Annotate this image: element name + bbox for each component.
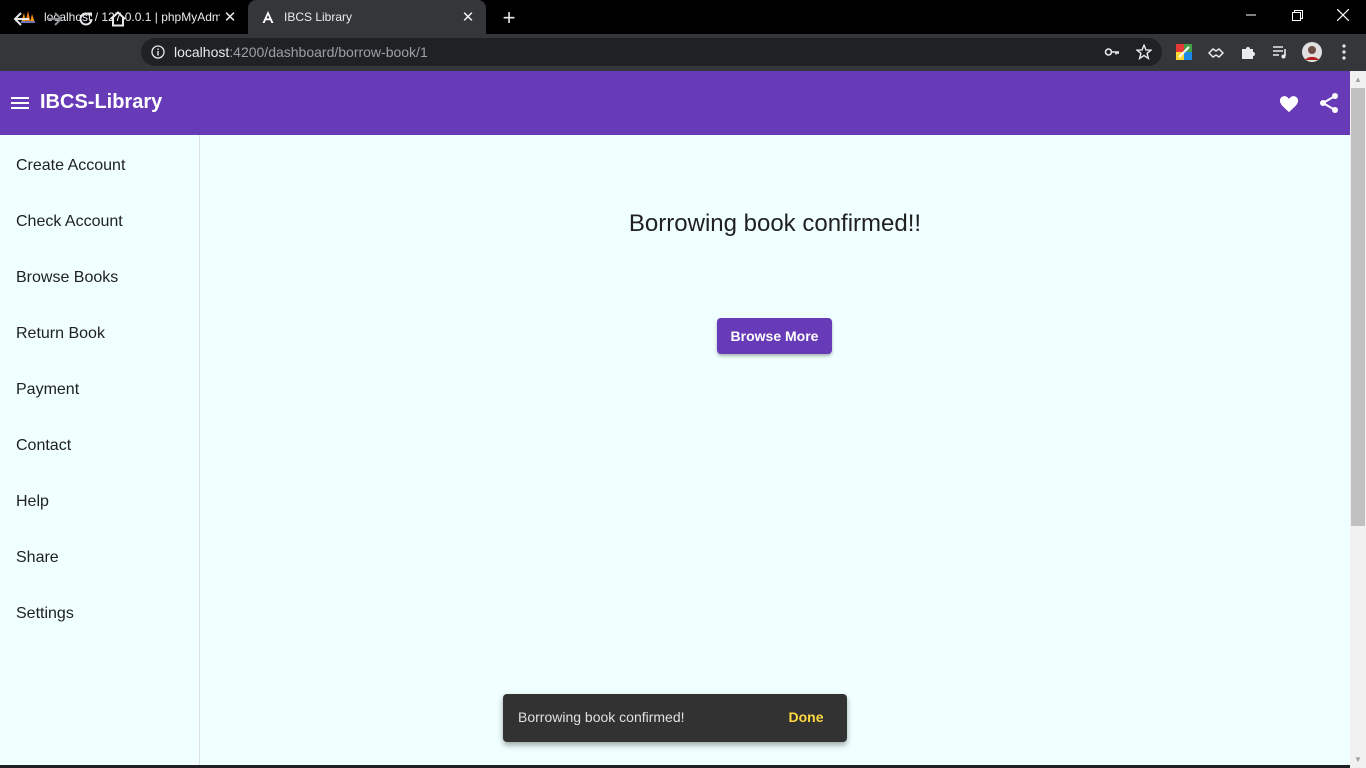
url-host: localhost [174,44,230,60]
media-queue-icon[interactable] [1270,42,1290,62]
more-vert-icon[interactable] [1334,42,1354,62]
close-icon[interactable]: ✕ [458,7,478,27]
favorite-heart-icon[interactable] [1276,90,1302,116]
browser-tab-ibcs-library[interactable]: IBCS Library ✕ [248,0,486,34]
sidenav-item-payment[interactable]: Payment [0,366,199,414]
app-toolbar [0,71,1350,135]
url-text[interactable]: localhost:4200/dashboard/borrow-book/1 [174,44,428,60]
close-icon[interactable]: ✕ [220,7,240,27]
angular-icon [260,9,276,25]
info-icon[interactable] [150,44,166,60]
sidenav-item-create-account[interactable]: Create Account [0,142,199,190]
sidenav-item-share[interactable]: Share [0,534,199,582]
snackbar-message: Borrowing book confirmed! [518,709,685,725]
confirmation-heading: Borrowing book confirmed!! [628,210,922,237]
sidenav-item-settings[interactable]: Settings [0,590,199,638]
sidenav-item-return-book[interactable]: Return Book [0,310,199,358]
tab-title: localhost / 127.0.0.1 | phpMyAdmin [44,10,220,24]
profile-avatar-icon[interactable] [1302,42,1322,62]
sidenav-item-contact[interactable]: Contact [0,422,199,470]
back-arrow-icon[interactable] [8,5,36,33]
sidenav-item-check-account[interactable]: Check Account [0,198,199,246]
sidenav-item-help[interactable]: Help [0,478,199,526]
app-title: IBCS-Library [40,91,163,113]
handshake-extension-icon[interactable] [1206,42,1226,62]
browse-more-button[interactable]: Browse More [717,318,832,354]
url-path: :4200/dashboard/borrow-book/1 [229,44,428,60]
key-icon[interactable] [1103,43,1121,61]
share-icon[interactable] [1316,90,1342,116]
scroll-up-arrow-icon[interactable]: ▲ [1350,72,1366,86]
new-tab-plus-icon[interactable]: + [498,7,520,29]
scrollbar-thumb[interactable] [1351,88,1365,526]
puzzle-extensions-icon[interactable] [1238,42,1258,62]
forward-arrow-icon[interactable] [40,5,68,33]
sidenav-item-browse-books[interactable]: Browse Books [0,254,199,302]
star-icon[interactable] [1135,43,1153,61]
reload-icon[interactable] [72,5,100,33]
colorful-extension-icon[interactable] [1174,42,1194,62]
scroll-down-arrow-icon[interactable]: ▼ [1350,752,1366,766]
snackbar-done-button[interactable]: Done [782,706,830,728]
close-window-icon[interactable] [1320,0,1366,30]
tab-title: IBCS Library [284,10,353,24]
restore-window-icon[interactable] [1274,0,1320,30]
minimize-window-icon[interactable] [1228,0,1274,30]
home-icon[interactable] [104,5,132,33]
menu-icon[interactable] [9,90,31,116]
